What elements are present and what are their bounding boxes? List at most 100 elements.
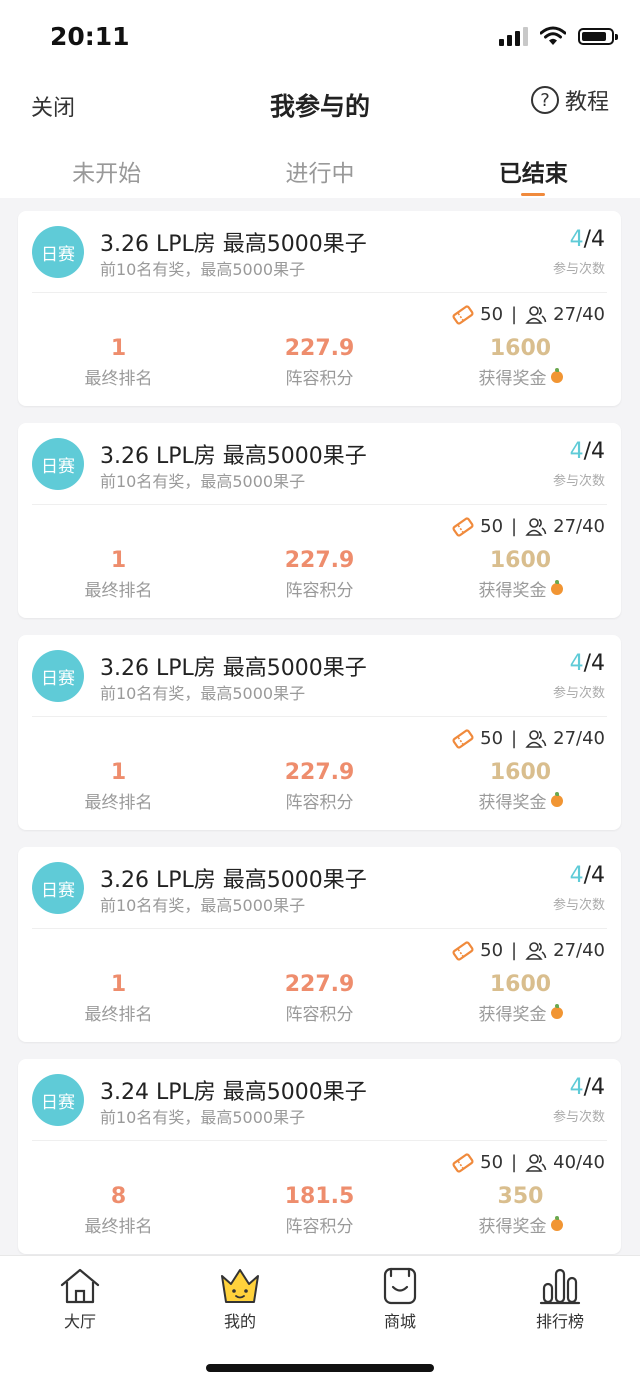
ticket-cost: 50 xyxy=(480,1152,504,1173)
daily-badge: 日赛 xyxy=(32,1074,84,1126)
participation-count: 4/4 xyxy=(569,227,605,252)
result-stats: 1 最终排名 227.9 阵容积分 1600 获得奖金 xyxy=(18,336,621,389)
daily-badge: 日赛 xyxy=(32,650,84,702)
result-stats: 1 最终排名 227.9 阵容积分 1600 获得奖金 xyxy=(18,972,621,1025)
tab-not-started[interactable]: 未开始 xyxy=(0,134,213,198)
tabbar-label: 我的 xyxy=(223,1312,256,1331)
prize-won: 1600 获得奖金 xyxy=(420,548,621,601)
status-icons xyxy=(499,26,618,46)
entry-meta: 50 | 27/40 xyxy=(452,940,605,961)
tabbar-label: 排行榜 xyxy=(535,1312,584,1331)
ticket-cost: 50 xyxy=(480,516,504,537)
tabbar-label: 大厅 xyxy=(63,1312,96,1331)
ticket-icon xyxy=(452,1152,474,1173)
contest-subtitle: 前10名有奖，最高5000果子 xyxy=(100,1108,306,1127)
final-rank: 1 最终排名 xyxy=(84,972,153,1025)
participation-count: 4/4 xyxy=(569,1075,605,1100)
users-icon xyxy=(525,941,547,960)
lineup-score: 227.9 阵容积分 xyxy=(284,972,355,1025)
tabbar-item-ranking[interactable]: 排行榜 xyxy=(480,1256,640,1342)
meta-separator: | xyxy=(511,304,518,325)
fruit-coin-icon xyxy=(550,579,563,595)
fruit-coin-icon xyxy=(550,791,563,807)
participation-label: 参与次数 xyxy=(552,686,605,701)
participation-label: 参与次数 xyxy=(552,898,605,913)
crown-face-icon xyxy=(221,1269,259,1303)
result-stats: 8 最终排名 181.5 阵容积分 350 获得奖金 xyxy=(18,1184,621,1237)
final-rank: 1 最终排名 xyxy=(84,760,153,813)
ranking-bars-icon xyxy=(539,1268,581,1305)
lineup-score: 227.9 阵容积分 xyxy=(284,336,355,389)
tab-in-progress[interactable]: 进行中 xyxy=(213,134,426,198)
divider xyxy=(32,928,607,929)
help-icon: ? xyxy=(530,86,559,114)
daily-badge: 日赛 xyxy=(32,226,84,278)
tab-label: 进行中 xyxy=(285,161,355,187)
tab-finished[interactable]: 已结束 xyxy=(427,134,640,198)
daily-badge: 日赛 xyxy=(32,438,84,490)
battery-icon xyxy=(578,27,618,45)
prize-won: 350 获得奖金 xyxy=(420,1184,621,1237)
contest-title: 3.24 LPL房 最高5000果子 xyxy=(100,1080,367,1105)
contest-card[interactable]: 日赛 3.26 LPL房 最高5000果子 前10名有奖，最高5000果子 4/… xyxy=(18,211,621,406)
ticket-cost: 50 xyxy=(480,940,504,961)
tabbar-item-shop[interactable]: 商城 xyxy=(320,1256,480,1342)
final-rank: 8 最终排名 xyxy=(84,1184,153,1237)
status-tabs: 未开始 进行中 已结束 xyxy=(0,134,640,198)
divider xyxy=(32,716,607,717)
meta-separator: | xyxy=(511,516,518,537)
wifi-icon xyxy=(540,26,566,45)
tab-label: 未开始 xyxy=(72,161,142,187)
signal-icon xyxy=(499,26,528,46)
tabbar-item-lobby[interactable]: 大厅 xyxy=(0,1256,160,1342)
users-icon xyxy=(525,1153,547,1172)
divider xyxy=(32,504,607,505)
entry-meta: 50 | 40/40 xyxy=(452,1152,605,1173)
final-rank: 1 最终排名 xyxy=(84,548,153,601)
contest-title: 3.26 LPL房 最高5000果子 xyxy=(100,868,367,893)
prize-won: 1600 获得奖金 xyxy=(420,336,621,389)
contest-card[interactable]: 日赛 3.24 LPL房 最高5000果子 前10名有奖，最高5000果子 4/… xyxy=(18,1059,621,1254)
contest-subtitle: 前10名有奖，最高5000果子 xyxy=(100,472,306,491)
tabbar-item-mine[interactable]: 我的 xyxy=(160,1256,320,1342)
contest-card[interactable]: 日赛 3.26 LPL房 最高5000果子 前10名有奖，最高5000果子 4/… xyxy=(18,635,621,830)
entry-meta: 50 | 27/40 xyxy=(452,728,605,749)
home-indicator[interactable] xyxy=(206,1364,434,1372)
participation-label: 参与次数 xyxy=(552,1110,605,1125)
tab-underline xyxy=(521,193,546,196)
tutorial-button[interactable]: ? 教程 xyxy=(530,84,609,116)
prize-won: 1600 获得奖金 xyxy=(420,972,621,1025)
player-count: 27/40 xyxy=(553,728,605,749)
shop-bag-icon xyxy=(383,1267,417,1305)
prize-won: 1600 获得奖金 xyxy=(420,760,621,813)
contest-card[interactable]: 日赛 3.26 LPL房 最高5000果子 前10名有奖，最高5000果子 4/… xyxy=(18,423,621,618)
contest-subtitle: 前10名有奖，最高5000果子 xyxy=(100,896,306,915)
contest-title: 3.26 LPL房 最高5000果子 xyxy=(100,444,367,469)
fruit-coin-icon xyxy=(550,1215,563,1231)
users-icon xyxy=(525,729,547,748)
contest-list: 日赛 3.26 LPL房 最高5000果子 前10名有奖，最高5000果子 4/… xyxy=(18,211,621,1271)
ticket-cost: 50 xyxy=(480,304,504,325)
daily-badge: 日赛 xyxy=(32,862,84,914)
contest-title: 3.26 LPL房 最高5000果子 xyxy=(100,656,367,681)
users-icon xyxy=(525,305,547,324)
meta-separator: | xyxy=(511,1152,518,1173)
contest-subtitle: 前10名有奖，最高5000果子 xyxy=(100,260,306,279)
meta-separator: | xyxy=(511,940,518,961)
bottom-tab-bar: 大厅 我的 商城 排行榜 xyxy=(0,1255,640,1386)
fruit-coin-icon xyxy=(550,367,563,383)
home-icon xyxy=(60,1268,100,1304)
ticket-cost: 50 xyxy=(480,728,504,749)
participation-count: 4/4 xyxy=(569,651,605,676)
participation-label: 参与次数 xyxy=(552,262,605,277)
lineup-score: 227.9 阵容积分 xyxy=(284,548,355,601)
participation-count: 4/4 xyxy=(569,863,605,888)
participation-count: 4/4 xyxy=(569,439,605,464)
nav-bar: 关闭 我参与的 ? 教程 xyxy=(0,76,640,134)
fruit-coin-icon xyxy=(550,1003,563,1019)
result-stats: 1 最终排名 227.9 阵容积分 1600 获得奖金 xyxy=(18,760,621,813)
player-count: 27/40 xyxy=(553,516,605,537)
lineup-score: 181.5 阵容积分 xyxy=(284,1184,355,1237)
divider xyxy=(32,292,607,293)
contest-card[interactable]: 日赛 3.26 LPL房 最高5000果子 前10名有奖，最高5000果子 4/… xyxy=(18,847,621,1042)
